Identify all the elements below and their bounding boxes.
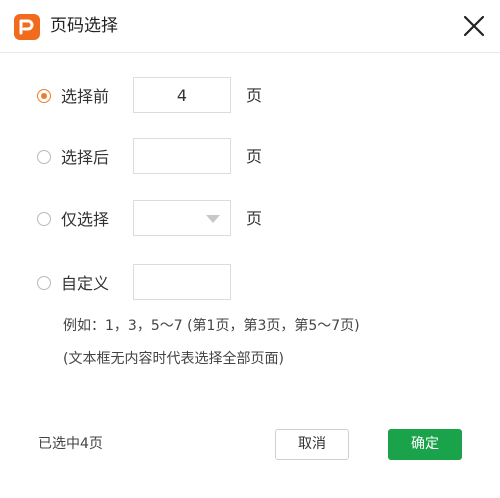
option-first-pages: 选择前 页 [0, 77, 500, 117]
option-label: 仅选择 [61, 210, 110, 229]
option-label: 选择前 [61, 87, 110, 106]
unit-label: 页 [246, 209, 263, 228]
cancel-button[interactable]: 取消 [275, 429, 349, 460]
last-pages-input[interactable] [133, 138, 231, 174]
empty-field-note: (文本框无内容时代表选择全部页面) [63, 351, 284, 367]
selection-status: 已选中4页 [38, 436, 103, 452]
radio-first-pages[interactable] [37, 89, 51, 103]
example-hint: 例如：1，3，5～7 (第1页，第3页，第5～7页) [63, 318, 360, 334]
option-only-pages: 仅选择 页 [0, 200, 500, 240]
radio-only-pages[interactable] [37, 212, 51, 226]
custom-pages-input[interactable] [133, 264, 231, 300]
unit-label: 页 [246, 147, 263, 166]
dialog-title: 页码选择 [50, 16, 118, 36]
radio-custom[interactable] [37, 276, 51, 290]
page-selection-dialog: 页码选择 选择前 页 选择后 页 仅选择 页 自定义 例如：1，3，5～7 (第… [0, 0, 500, 498]
pdf-app-logo-icon [14, 14, 40, 40]
option-label: 选择后 [61, 148, 110, 167]
chevron-down-icon [206, 215, 220, 223]
radio-last-pages[interactable] [37, 150, 51, 164]
unit-label: 页 [246, 86, 263, 105]
option-label: 自定义 [61, 274, 110, 293]
close-icon[interactable] [459, 11, 489, 41]
title-bar: 页码选择 [0, 0, 500, 53]
option-last-pages: 选择后 页 [0, 138, 500, 178]
ok-button[interactable]: 确定 [388, 429, 462, 460]
only-pages-dropdown[interactable] [133, 200, 231, 236]
first-pages-input[interactable] [133, 77, 231, 113]
option-custom: 自定义 [0, 264, 500, 304]
